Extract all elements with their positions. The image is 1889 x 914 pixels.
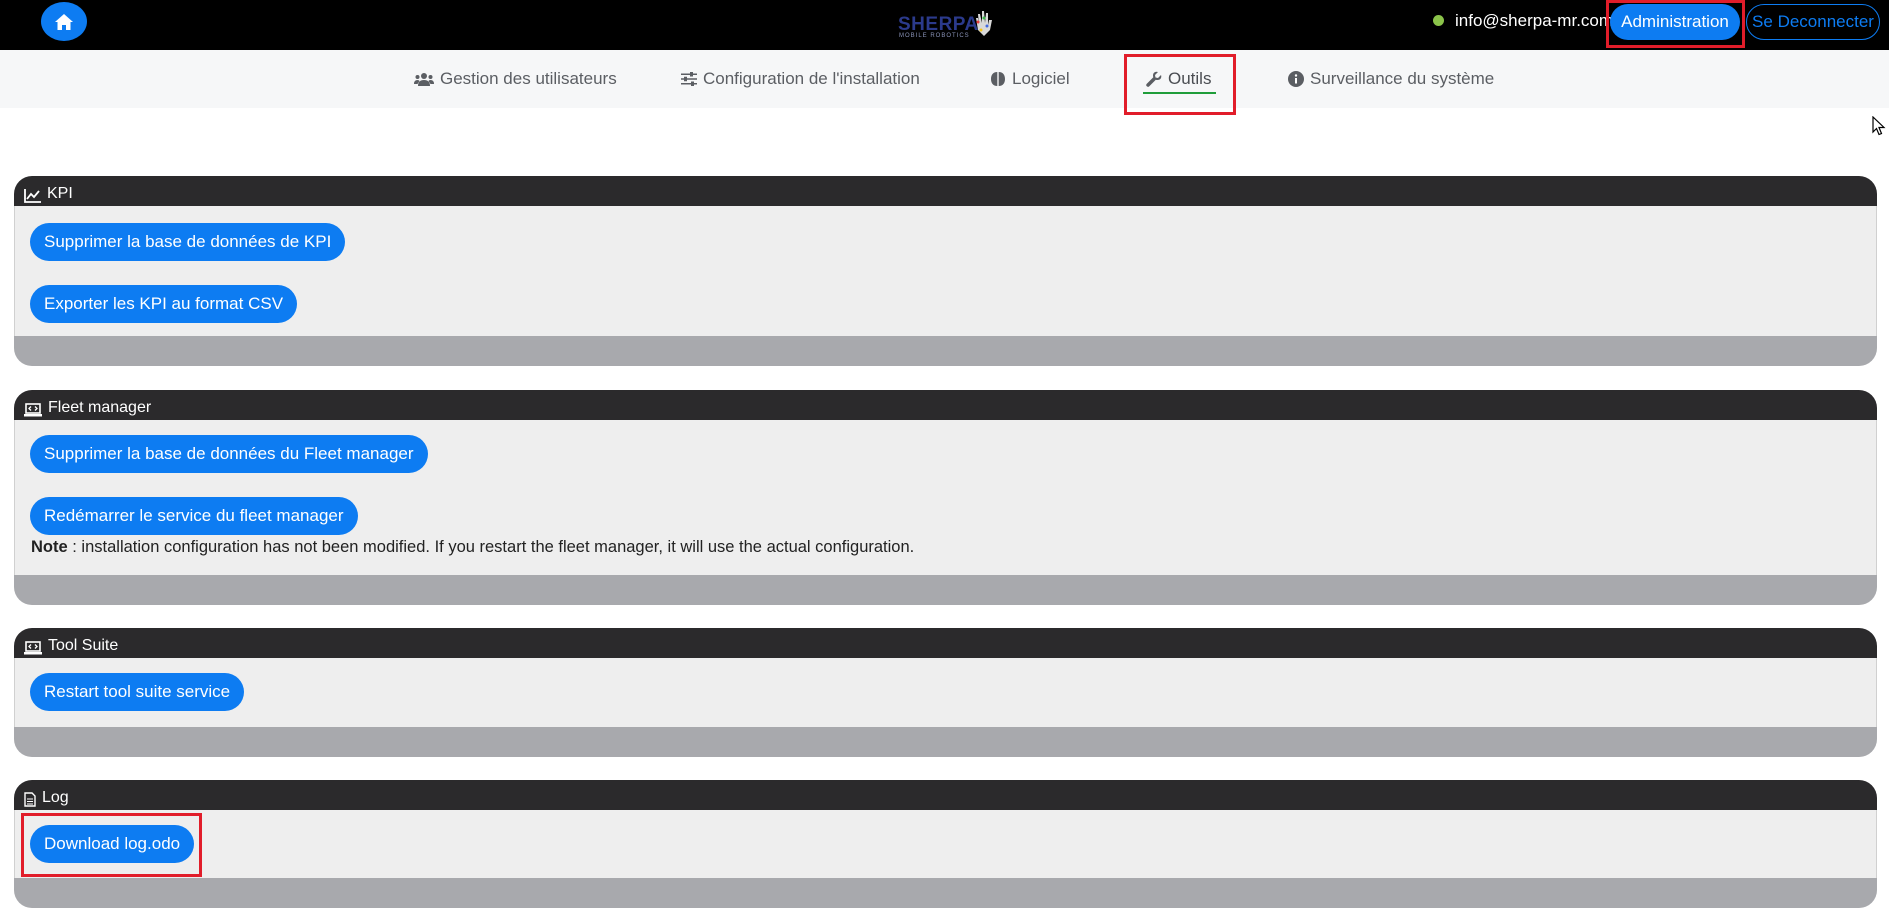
panel-header: Log <box>14 780 1877 810</box>
panel-title: Fleet manager <box>48 399 152 416</box>
brain-icon <box>991 72 1005 86</box>
chart-line-icon <box>24 189 41 203</box>
highlight-box-tools-tab <box>1124 54 1236 115</box>
file-icon <box>24 792 36 807</box>
tab-label: Logiciel <box>1012 69 1070 88</box>
panel-footer <box>14 575 1877 605</box>
panel-title: KPI <box>47 185 73 202</box>
highlight-box-download-log <box>21 813 202 877</box>
restart-fleet-service-button[interactable]: Redémarrer le service du fleet manager <box>30 497 358 535</box>
restart-tool-suite-button[interactable]: Restart tool suite service <box>30 673 245 711</box>
tab-installation-config[interactable]: Configuration de l'installation <box>681 69 920 89</box>
user-email: info@sherpa-mr.com <box>1455 11 1614 30</box>
panel-header: Tool Suite <box>14 628 1877 658</box>
highlight-box-administration <box>1606 0 1745 48</box>
sherpa-logo: SHERPA MOBILE ROBOTICS <box>896 8 996 42</box>
panel-footer <box>14 878 1877 908</box>
note-label: Note <box>31 538 68 556</box>
mouse-cursor-icon <box>1872 116 1886 136</box>
users-icon <box>414 73 434 86</box>
info-circle-icon <box>1288 71 1304 87</box>
panel-footer <box>14 336 1877 366</box>
hand-logo-icon <box>976 11 992 36</box>
fleet-manager-panel: Fleet manager Supprimer la base de donné… <box>14 390 1877 605</box>
panel-title: Tool Suite <box>48 637 119 654</box>
home-button[interactable] <box>41 2 87 41</box>
tool-suite-panel: Tool Suite Restart tool suite service <box>14 628 1877 757</box>
panel-header: Fleet manager <box>14 390 1877 420</box>
admin-nav: Gestion des utilisateurs Configuration d… <box>0 50 1889 108</box>
laptop-code-icon <box>24 403 42 417</box>
kpi-panel: KPI Supprimer la base de données de KPI … <box>14 176 1877 366</box>
panel-body: Restart tool suite service <box>14 658 1877 727</box>
log-panel: Log Download log.odo <box>14 780 1877 908</box>
logo-subtitle: MOBILE ROBOTICS <box>899 33 970 39</box>
panel-body: Supprimer la base de données de KPI Expo… <box>14 206 1877 336</box>
logout-button[interactable]: Se Deconnecter <box>1746 4 1880 40</box>
panel-body: Supprimer la base de données du Fleet ma… <box>14 420 1877 575</box>
home-icon <box>55 13 73 30</box>
restart-note: Note : installation configuration has no… <box>31 538 914 557</box>
tab-system-monitoring[interactable]: Surveillance du système <box>1288 69 1494 89</box>
tab-user-management[interactable]: Gestion des utilisateurs <box>414 69 617 89</box>
panel-title: Log <box>42 789 69 806</box>
delete-fleet-database-button[interactable]: Supprimer la base de données du Fleet ma… <box>30 435 428 473</box>
note-text: : installation configuration has not bee… <box>67 538 915 556</box>
tab-label: Configuration de l'installation <box>703 69 920 88</box>
panel-header: KPI <box>14 176 1877 206</box>
status-dot <box>1433 15 1444 26</box>
panel-footer <box>14 727 1877 757</box>
top-bar: SHERPA MOBILE ROBOTICS info@sherpa-mr.co… <box>0 0 1889 50</box>
tab-label: Gestion des utilisateurs <box>440 69 617 88</box>
sliders-icon <box>681 72 697 86</box>
export-kpi-csv-button[interactable]: Exporter les KPI au format CSV <box>30 285 298 323</box>
laptop-code-icon <box>24 641 42 655</box>
tab-software[interactable]: Logiciel <box>990 69 1070 89</box>
delete-kpi-database-button[interactable]: Supprimer la base de données de KPI <box>30 223 346 261</box>
panel-body: Download log.odo <box>14 810 1877 878</box>
tab-label: Surveillance du système <box>1310 69 1495 88</box>
